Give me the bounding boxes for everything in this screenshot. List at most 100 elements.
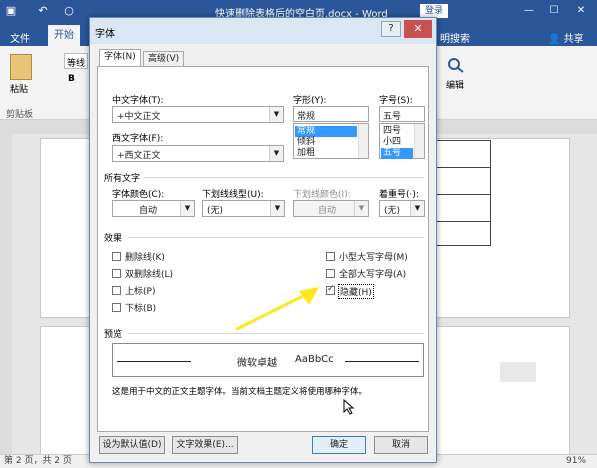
dialog-close-button[interactable]: ✕	[404, 20, 432, 38]
set-default-button[interactable]: 设为默认值(D)	[99, 436, 165, 454]
chevron-down-icon: ▼	[180, 201, 194, 216]
underline-color-value: 自动	[318, 206, 337, 216]
subscript-checkbox[interactable]	[112, 303, 121, 312]
help-button[interactable]: ?	[381, 21, 401, 37]
emphasis-label: 着重号(·):	[379, 190, 419, 200]
maximize-button[interactable]: ☐	[545, 4, 563, 18]
chevron-down-icon: ▼	[269, 107, 283, 122]
western-font-value: +西文正文	[117, 151, 161, 161]
superscript-checkbox[interactable]	[112, 286, 121, 295]
hidden-checkbox[interactable]	[326, 284, 335, 295]
font-dialog: 字体 ? ✕ 字体(N) 高级(V) 中文字体(T): +中文正文 ▼ 西文字体…	[89, 17, 437, 463]
strikethrough-label[interactable]: 删除线(K)	[125, 250, 165, 263]
chevron-down-icon: ▼	[410, 201, 424, 216]
font-name-value: 等线	[67, 59, 86, 69]
effects-heading: 效果	[104, 234, 123, 244]
superscript-label[interactable]: 上标(P)	[125, 284, 155, 297]
all-caps-checkbox[interactable]	[326, 269, 335, 278]
chevron-down-icon: ▼	[354, 201, 368, 216]
underline-color-label: 下划线颜色(I):	[293, 190, 351, 200]
hidden-label[interactable]: 隐藏(H)	[338, 284, 374, 299]
bold-icon[interactable]: B	[68, 74, 75, 84]
font-size-label: 字号(S):	[379, 96, 413, 106]
paste-icon[interactable]	[10, 54, 32, 80]
font-tab-panel: 中文字体(T): +中文正文 ▼ 西文字体(F): +西文正文 ▼ 字形(Y):…	[97, 66, 429, 432]
font-size-option[interactable]: 小四	[381, 137, 413, 148]
emphasis-combo[interactable]: (无) ▼	[379, 200, 425, 217]
strikethrough-checkbox[interactable]	[112, 252, 121, 261]
login-button[interactable]: 登录	[420, 4, 448, 18]
subscript-label[interactable]: 下标(B)	[125, 301, 156, 314]
page-count: 第 2 页，共 2 页	[4, 456, 72, 466]
font-style-input[interactable]: 常规	[293, 106, 369, 122]
underline-color-combo: 自动 ▼	[293, 200, 369, 217]
share-button[interactable]: 👤 共享	[548, 30, 584, 45]
font-size-input[interactable]: 五号	[379, 106, 425, 122]
font-name-box[interactable]: 等线	[64, 53, 88, 69]
cancel-button[interactable]: 取消	[374, 436, 428, 454]
window-close-button[interactable]: ✕	[572, 4, 590, 18]
chevron-down-icon: ▼	[269, 146, 283, 161]
emphasis-value: (无)	[384, 206, 401, 216]
annotation-arrow	[235, 287, 319, 331]
paste-label: 粘贴	[10, 85, 29, 95]
separator	[128, 237, 424, 238]
scrollbar[interactable]	[414, 124, 424, 158]
asian-font-label: 中文字体(T):	[112, 96, 164, 106]
text-effects-button[interactable]: 文字效果(E)...	[172, 436, 238, 454]
zoom-level[interactable]: 91%	[566, 455, 586, 468]
all-caps-label[interactable]: 全部大写字母(A)	[339, 267, 406, 280]
menu-file[interactable]: 文件	[10, 30, 30, 45]
find-icon[interactable]	[446, 56, 466, 74]
preview-sample-cn: 微软卓越	[237, 358, 277, 369]
menu-home[interactable]: 开始	[48, 25, 80, 46]
asian-font-combo[interactable]: +中文正文 ▼	[112, 106, 284, 123]
tell-me-search[interactable]: 明搜索	[440, 30, 470, 45]
share-label: 共享	[563, 34, 584, 45]
preview-rule-right	[345, 361, 419, 362]
western-font-combo[interactable]: +西文正文 ▼	[112, 145, 284, 162]
vertical-ruler	[0, 134, 12, 454]
underline-style-label: 下划线线型(U):	[202, 190, 264, 200]
double-strikethrough-label[interactable]: 双删除线(L)	[125, 267, 173, 280]
font-style-option[interactable]: 倾斜	[295, 137, 357, 148]
western-font-label: 西文字体(F):	[112, 134, 164, 144]
separator	[144, 177, 424, 178]
font-style-label: 字形(Y):	[293, 96, 327, 106]
mouse-cursor-icon	[343, 399, 355, 415]
underline-style-value: (无)	[207, 206, 224, 216]
table-fragment	[437, 140, 491, 246]
preview-sample-en: AaBbCc	[295, 354, 334, 365]
user-icon: 👤	[548, 34, 561, 45]
all-text-heading: 所有文字	[104, 174, 141, 184]
small-caps-label[interactable]: 小型大写字母(M)	[339, 250, 408, 263]
edit-group-label[interactable]: 编辑	[446, 78, 464, 91]
minimize-button[interactable]: —	[520, 4, 538, 18]
font-style-option[interactable]: 常规	[295, 126, 357, 137]
scrollbar[interactable]	[358, 124, 368, 158]
ok-button[interactable]: 确定	[312, 436, 366, 454]
font-size-option[interactable]: 五号	[381, 148, 413, 159]
font-style-option[interactable]: 加粗	[295, 148, 357, 159]
font-size-option[interactable]: 四号	[381, 126, 413, 137]
clipboard-group-label: 剪贴板	[6, 110, 34, 120]
redo-icon[interactable]: ○	[62, 4, 76, 18]
double-strikethrough-checkbox[interactable]	[112, 269, 121, 278]
underline-style-combo[interactable]: (无) ▼	[202, 200, 285, 217]
save-icon[interactable]: ▣	[4, 4, 18, 18]
blur-patch	[500, 362, 536, 382]
font-style-value: 常规	[297, 112, 316, 122]
font-size-value: 五号	[383, 112, 402, 122]
font-color-combo[interactable]: 自动 ▼	[112, 200, 195, 217]
preview-heading: 预览	[104, 330, 123, 340]
undo-icon[interactable]: ↶	[36, 4, 50, 18]
preview-description: 这是用于中文的正文主题字体。当前文档主题定义将使用哪种字体。	[112, 387, 368, 397]
asian-font-value: +中文正文	[117, 112, 161, 122]
chevron-down-icon: ▼	[270, 201, 284, 216]
dialog-title: 字体	[95, 29, 115, 40]
font-size-list[interactable]: 四号 小四 五号	[379, 123, 425, 159]
font-color-label: 字体颜色(C):	[112, 190, 165, 200]
font-style-list[interactable]: 常规 倾斜 加粗	[293, 123, 369, 159]
preview-rule-left	[117, 361, 191, 362]
small-caps-checkbox[interactable]	[326, 252, 335, 261]
